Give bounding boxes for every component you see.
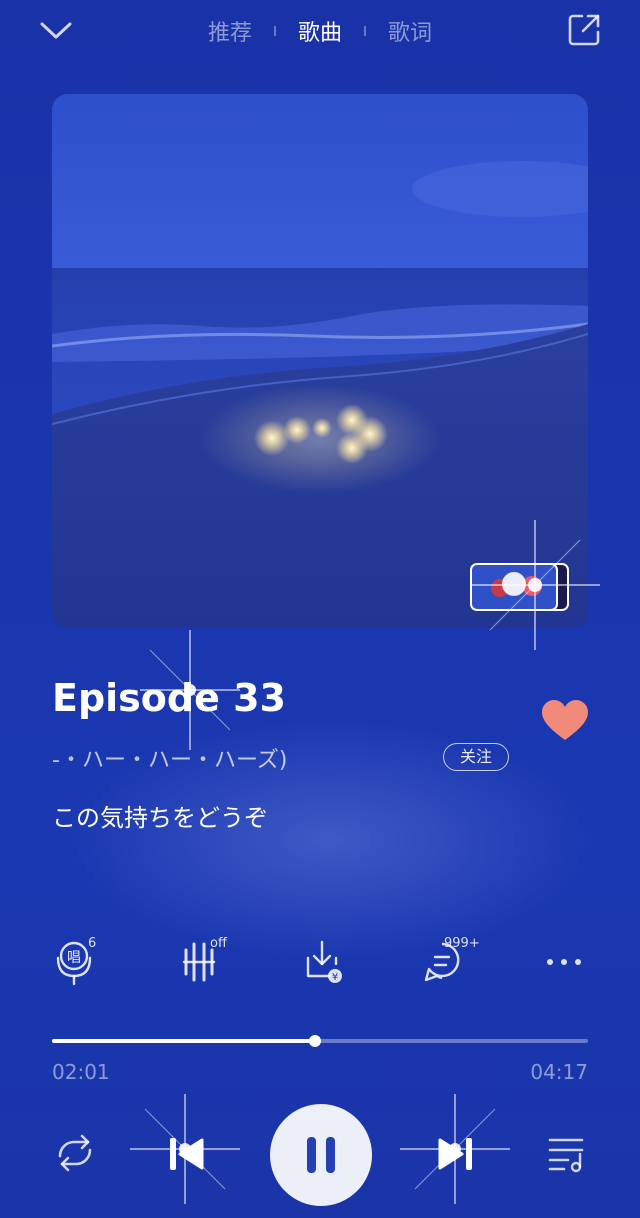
like-button[interactable] [540, 698, 590, 742]
album-artwork [52, 94, 588, 628]
current-lyric[interactable]: この気持ちをどうぞ [52, 798, 268, 833]
current-time: 02:01 [52, 1060, 110, 1084]
follow-button[interactable]: 关注 [443, 743, 509, 771]
sing-count-badge: 6 [88, 936, 97, 951]
skip-previous-icon [170, 1138, 204, 1170]
effect-status-badge: off [210, 936, 227, 951]
skip-next-icon [438, 1138, 472, 1170]
heart-icon [542, 700, 588, 740]
progress-knob[interactable] [309, 1035, 321, 1047]
song-title: Episode 33 [52, 676, 286, 720]
artist-name[interactable]: -・ハー・ハー・ハーズ) [52, 742, 287, 774]
repeat-icon [58, 1134, 92, 1172]
svg-text:¥: ¥ [332, 972, 338, 983]
tab-recommend[interactable]: 推荐 [186, 15, 274, 47]
sound-effect-button[interactable]: off [178, 936, 234, 988]
repeat-button[interactable] [52, 1132, 98, 1178]
external-share-icon [568, 14, 600, 46]
share-button[interactable] [566, 12, 602, 48]
download-button[interactable]: ¥ [300, 936, 356, 988]
total-time: 04:17 [530, 1060, 588, 1084]
tab-bar: 推荐 歌曲 歌词 [0, 12, 640, 50]
tab-lyrics[interactable]: 歌词 [366, 15, 454, 47]
download-icon: ¥ [306, 940, 342, 983]
playlist-icon [548, 1138, 584, 1173]
svg-text:唱: 唱 [67, 950, 81, 966]
pause-button[interactable] [270, 1104, 372, 1206]
header: 推荐 歌曲 歌词 [0, 0, 640, 62]
more-dots-icon [547, 959, 581, 965]
previous-button[interactable] [166, 1134, 206, 1178]
album-cover[interactable] [52, 94, 588, 628]
next-button[interactable] [436, 1134, 476, 1178]
microphone-icon: 唱 [56, 941, 92, 986]
tab-song[interactable]: 歌曲 [276, 15, 364, 47]
mv-thumbnail[interactable] [470, 562, 570, 612]
pause-icon [307, 1137, 335, 1173]
sing-button[interactable]: 唱 6 [52, 936, 108, 988]
more-button[interactable] [542, 936, 598, 988]
comments-button[interactable]: 999+ [422, 936, 480, 988]
progress-slider[interactable] [52, 1035, 588, 1047]
comment-count-badge: 999+ [444, 936, 480, 951]
playlist-button[interactable] [546, 1134, 588, 1178]
progress-fill [52, 1039, 315, 1043]
